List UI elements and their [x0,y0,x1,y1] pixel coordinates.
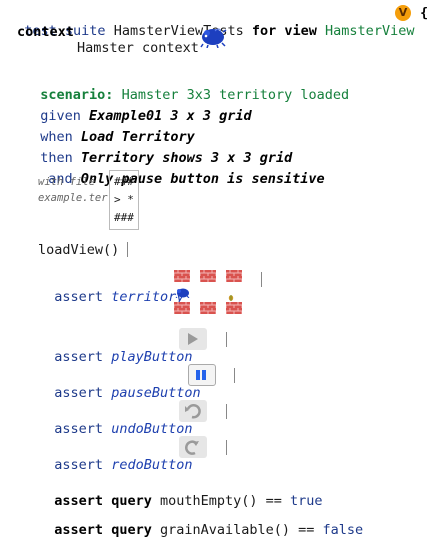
caret [261,272,262,287]
brick-wall-icon [200,270,216,282]
pause-icon [196,370,206,380]
view-badge-letter: V [398,6,408,19]
open-brace: { [420,5,429,21]
assert-keyword: assert [54,349,104,365]
redo-icon [185,440,199,455]
brick-wall-icon [200,302,216,314]
assert-keyword: assert [54,421,104,437]
play-icon [188,333,198,345]
view-name-link[interactable]: HamsterView [325,23,414,39]
assert-redo-button: assert redoButton [38,438,192,474]
assert-pause-button: assert pauseButton [38,366,201,402]
for-view-keyword: for view [251,23,317,39]
grid-row: ### [114,211,134,224]
context-keyword: context [17,24,74,40]
brick-wall-icon [226,302,242,314]
query-expression: grainAvailable() == [159,522,315,538]
pause-button-label: pauseButton [111,385,201,401]
caret [226,440,227,455]
brick-wall-icon [174,270,190,282]
query-keyword: query [111,522,152,538]
example-grid: ### > * ### [109,170,139,230]
grain-icon [228,295,234,301]
caret [226,404,227,419]
assert-keyword: assert [54,522,104,538]
redo-button-label: redoButton [111,457,193,473]
assert-keyword: assert [54,385,104,401]
load-view-text: loadView() [38,242,120,258]
undo-button-preview [179,400,207,422]
brick-wall-icon [174,302,190,314]
assert-territory: assert territory [38,270,184,306]
assert-query-grain: assert query grainAvailable() == false [38,503,363,539]
example-file-label: with file [38,176,95,188]
brick-wall-icon [226,270,242,282]
pause-button-preview [188,364,216,386]
assert-undo-button: assert undoButton [38,402,192,438]
play-button-preview [179,328,207,350]
hamster-icon [200,28,227,48]
caret [226,332,227,347]
undo-button-label: undoButton [111,421,193,437]
play-button-label: playButton [111,349,193,365]
load-view-call: loadView() [38,241,129,259]
query-value: false [322,522,364,538]
hamster-icon [175,288,190,298]
caret [127,242,129,257]
context-value: Hamster context [77,40,199,56]
view-badge-icon: V [395,5,411,21]
undo-icon [185,404,201,419]
assert-keyword: assert [54,457,104,473]
grid-row: > * [114,193,134,206]
grid-row: ### [114,175,134,188]
assert-play-button: assert playButton [38,330,192,366]
caret [234,368,235,383]
redo-button-preview [179,436,207,458]
assert-keyword: assert [54,289,104,305]
example-file-name: example.ter [38,192,108,204]
